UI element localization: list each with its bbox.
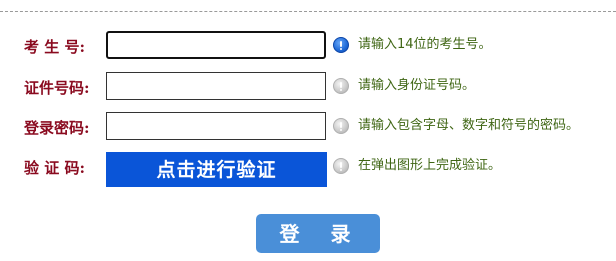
info-icon	[333, 37, 349, 53]
exam-number-row: 考 生 号: 请输入14位的考生号。	[0, 31, 616, 61]
exam-number-input[interactable]	[106, 31, 326, 59]
verification-label: 验 证 码:	[24, 159, 85, 177]
password-hint: 请输入包含字母、数字和符号的密码。	[358, 118, 580, 133]
id-number-label: 证件号码:	[24, 79, 90, 97]
verification-hint: 在弹出图形上完成验证。	[358, 158, 502, 173]
info-icon	[333, 158, 349, 174]
exam-number-label: 考 生 号:	[24, 38, 85, 56]
id-number-row: 证件号码: 请输入身份证号码。	[0, 72, 616, 102]
id-number-input[interactable]	[106, 72, 326, 100]
login-button[interactable]: 登 录	[256, 214, 380, 253]
password-row: 登录密码: 请输入包含字母、数字和符号的密码。	[0, 112, 616, 142]
login-form-page: 考 生 号: 请输入14位的考生号。 证件号码: 请输入身份证号码。 登录密码:…	[0, 0, 616, 261]
verification-row: 验 证 码: 点击进行验证 在弹出图形上完成验证。	[0, 152, 616, 187]
password-input[interactable]	[106, 112, 326, 140]
exam-number-hint: 请输入14位的考生号。	[358, 37, 492, 52]
id-number-hint: 请输入身份证号码。	[358, 78, 476, 93]
info-icon	[333, 118, 349, 134]
top-divider	[0, 11, 616, 12]
info-icon	[333, 78, 349, 94]
verify-button[interactable]: 点击进行验证	[106, 152, 327, 187]
password-label: 登录密码:	[24, 119, 90, 137]
